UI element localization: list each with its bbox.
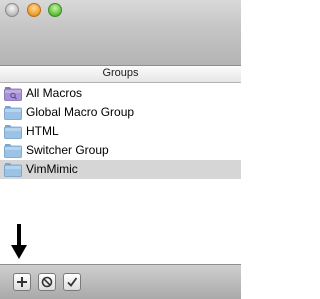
folder-icon <box>4 162 22 177</box>
folder-icon <box>4 124 22 139</box>
add-group-button[interactable] <box>13 273 31 291</box>
down-arrow-annotation-icon <box>10 224 28 260</box>
enable-group-button[interactable] <box>63 273 81 291</box>
groups-toolbar <box>0 264 241 299</box>
group-label: HTML <box>26 124 59 138</box>
group-row-global-macro-group[interactable]: Global Macro Group <box>0 103 241 122</box>
minimize-window-button[interactable] <box>27 3 41 17</box>
checkmark-icon <box>66 276 78 288</box>
groups-header-label: Groups <box>102 67 139 79</box>
plus-icon <box>16 276 28 288</box>
group-row-html[interactable]: HTML <box>0 122 241 141</box>
group-row-vimmimic[interactable]: VimMimic <box>0 160 241 179</box>
disable-group-button[interactable] <box>38 273 56 291</box>
group-label: VimMimic <box>26 162 78 176</box>
close-window-button[interactable] <box>5 3 19 17</box>
macro-groups-window: Groups All Macros Global Macro Group HTM… <box>0 0 241 299</box>
folder-icon <box>4 143 22 158</box>
group-row-switcher-group[interactable]: Switcher Group <box>0 141 241 160</box>
groups-column-header[interactable]: Groups <box>0 66 241 83</box>
group-row-all-macros[interactable]: All Macros <box>0 84 241 103</box>
groups-list: All Macros Global Macro Group HTML Switc… <box>0 84 241 179</box>
smart-folder-icon <box>4 86 22 101</box>
group-label: All Macros <box>26 86 83 100</box>
group-label: Global Macro Group <box>26 105 135 119</box>
group-label: Switcher Group <box>26 143 109 157</box>
zoom-window-button[interactable] <box>48 3 62 17</box>
title-bar <box>0 0 241 66</box>
folder-icon <box>4 105 22 120</box>
disable-icon <box>41 276 53 288</box>
